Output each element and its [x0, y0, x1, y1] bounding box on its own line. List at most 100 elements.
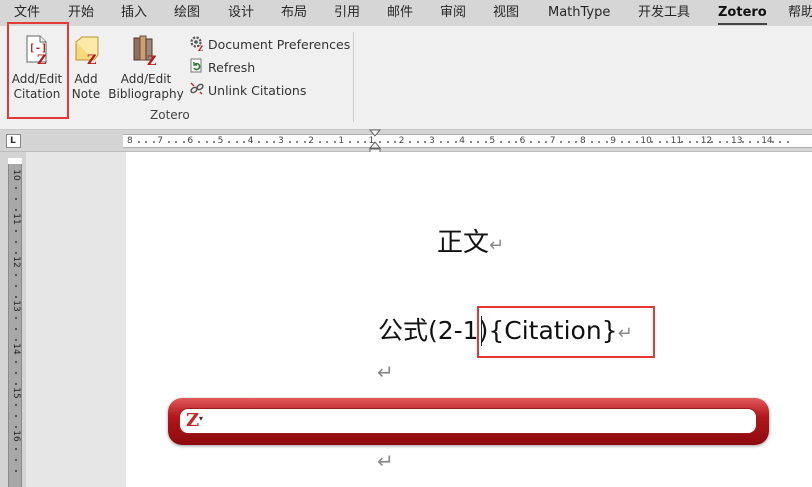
ruler-tick [545, 141, 548, 143]
ruler-tick [515, 141, 518, 143]
tab-insert[interactable]: 插入 [121, 4, 147, 22]
ribbon-tab-bar: 文件 开始 插入 绘图 设计 布局 引用 邮件 审阅 视图 MathType 开… [0, 0, 812, 26]
ruler-tick-label: 5 [489, 136, 496, 146]
zotero-bibliography-icon: Z [108, 34, 184, 70]
tab-file[interactable]: 文件 [14, 4, 40, 22]
ruler-tick [145, 141, 148, 143]
gear-icon: Z [189, 35, 205, 55]
ruler-tick [213, 141, 216, 143]
ruler-tick [666, 141, 669, 143]
tab-review[interactable]: 审阅 [440, 4, 466, 22]
ruler-tick-label: 8 [580, 136, 586, 146]
ruler-tick [424, 141, 427, 143]
ruler-tick [650, 141, 653, 143]
tab-mailings[interactable]: 邮件 [387, 4, 413, 22]
tab-design[interactable]: 设计 [228, 4, 254, 22]
ruler-tick [590, 141, 593, 143]
ruler-tick [726, 141, 729, 143]
unlink-citations-button[interactable]: Unlink Citations [189, 81, 306, 101]
citation-button-highlight [7, 22, 69, 119]
horizontal-ruler[interactable]: 8 7 6 5 4 3 2 1 1 2 3 4 5 6 7 8 9 10 11 12 13 14 [123, 134, 812, 148]
ruler-tick [15, 404, 17, 407]
ruler-tick [454, 141, 457, 143]
refresh-label: Refresh [208, 60, 256, 75]
add-edit-bibliography-button[interactable]: Z Add/Edit Bibliography [108, 34, 184, 102]
ruler-tick [15, 241, 17, 244]
add-note-button[interactable]: Z Add Note [68, 34, 104, 102]
ruler-tick-label: 10 [11, 169, 21, 181]
ruler-tick [15, 426, 17, 429]
ruler-tick [416, 141, 419, 143]
ruler-tick [228, 141, 231, 143]
document-preferences-button[interactable]: Z Document Preferences [189, 35, 350, 55]
tab-stop-icon: L [10, 136, 16, 146]
ruler-tick [786, 141, 789, 143]
ruler-tick [718, 141, 721, 143]
vertical-ruler[interactable]: 10 11 12 13 14 15 16 [8, 158, 22, 487]
ruler-tick-label: 7 [549, 136, 556, 146]
ruler-tick [15, 458, 17, 461]
tab-view[interactable]: 视图 [493, 4, 519, 22]
ruler-tick-label: 6 [187, 136, 194, 146]
ruler-tick-label: 3 [278, 136, 284, 146]
refresh-button[interactable]: Refresh [189, 58, 255, 78]
citation-field-highlight [477, 306, 655, 358]
ruler-tick [296, 141, 299, 143]
paragraph-mark: ↵ [489, 235, 505, 256]
ruler-tick-label: 2 [308, 136, 314, 146]
ruler-tick [499, 141, 502, 143]
ruler-tick-label: 5 [217, 136, 224, 146]
tab-selector[interactable]: L [6, 134, 21, 148]
ruler-tick [15, 339, 17, 342]
zotero-logo-icon[interactable]: Z [186, 412, 199, 430]
ruler-tick [15, 382, 17, 385]
document-preferences-label: Document Preferences [208, 37, 351, 52]
chevron-down-icon[interactable]: ▾ [199, 414, 203, 423]
tab-zotero[interactable]: Zotero [718, 4, 767, 25]
ruler-tick [409, 141, 412, 143]
ribbon-panel: [-] Z Add/Edit Citation Z Add Note Z Add… [0, 26, 812, 130]
ruler-tick [15, 273, 17, 276]
ruler-tick [477, 141, 480, 143]
tab-developer[interactable]: 开发工具 [638, 4, 690, 22]
ruler-tick-label: 14 [11, 343, 21, 355]
ruler-tick-label: 4 [459, 136, 465, 146]
tab-references[interactable]: 引用 [334, 4, 360, 22]
ruler-tick [575, 141, 578, 143]
ruler-tick-label: 2 [398, 136, 405, 146]
heading-paragraph[interactable]: 正文↵ [437, 226, 504, 263]
ruler-tick [15, 208, 17, 211]
ruler-tick [288, 141, 291, 143]
ruler-tick-label: 4 [247, 136, 254, 146]
ruler-tick [326, 141, 329, 143]
ruler-tick [507, 141, 510, 143]
ruler-tick [447, 141, 450, 143]
word-window: 文件 开始 插入 绘图 设计 布局 引用 邮件 审阅 视图 MathType 开… [0, 0, 812, 487]
ruler-tick [348, 141, 351, 143]
heading-text: 正文 [437, 228, 490, 258]
ruler-tick [635, 141, 638, 143]
ruler-tick [137, 141, 140, 143]
ruler-tick [15, 197, 17, 200]
tab-help[interactable]: 帮助 [788, 4, 812, 22]
tab-mathtype[interactable]: MathType [548, 4, 610, 22]
ruler-tick-label: 16 [11, 430, 21, 442]
ruler-tick [537, 141, 540, 143]
unlink-citations-label: Unlink Citations [208, 83, 307, 98]
tab-layout[interactable]: 布局 [281, 4, 307, 22]
svg-text:Z: Z [147, 54, 157, 66]
zotero-search-input[interactable]: Z ▾ [179, 408, 757, 434]
ruler-tick-label: 3 [429, 136, 435, 146]
ruler-tick [15, 328, 17, 331]
tab-draw[interactable]: 绘图 [174, 4, 200, 22]
ruler-tick [15, 469, 17, 472]
ruler-tick [711, 141, 714, 143]
zotero-group-label: Zotero [150, 108, 190, 122]
paragraph-mark: ↵ [377, 360, 394, 384]
ruler-tick [197, 141, 200, 143]
ruler-tick [15, 186, 17, 189]
tab-home[interactable]: 开始 [68, 4, 94, 22]
ruler-tick [15, 295, 17, 298]
ruler-tick [756, 141, 759, 143]
ruler-tick [620, 141, 623, 143]
